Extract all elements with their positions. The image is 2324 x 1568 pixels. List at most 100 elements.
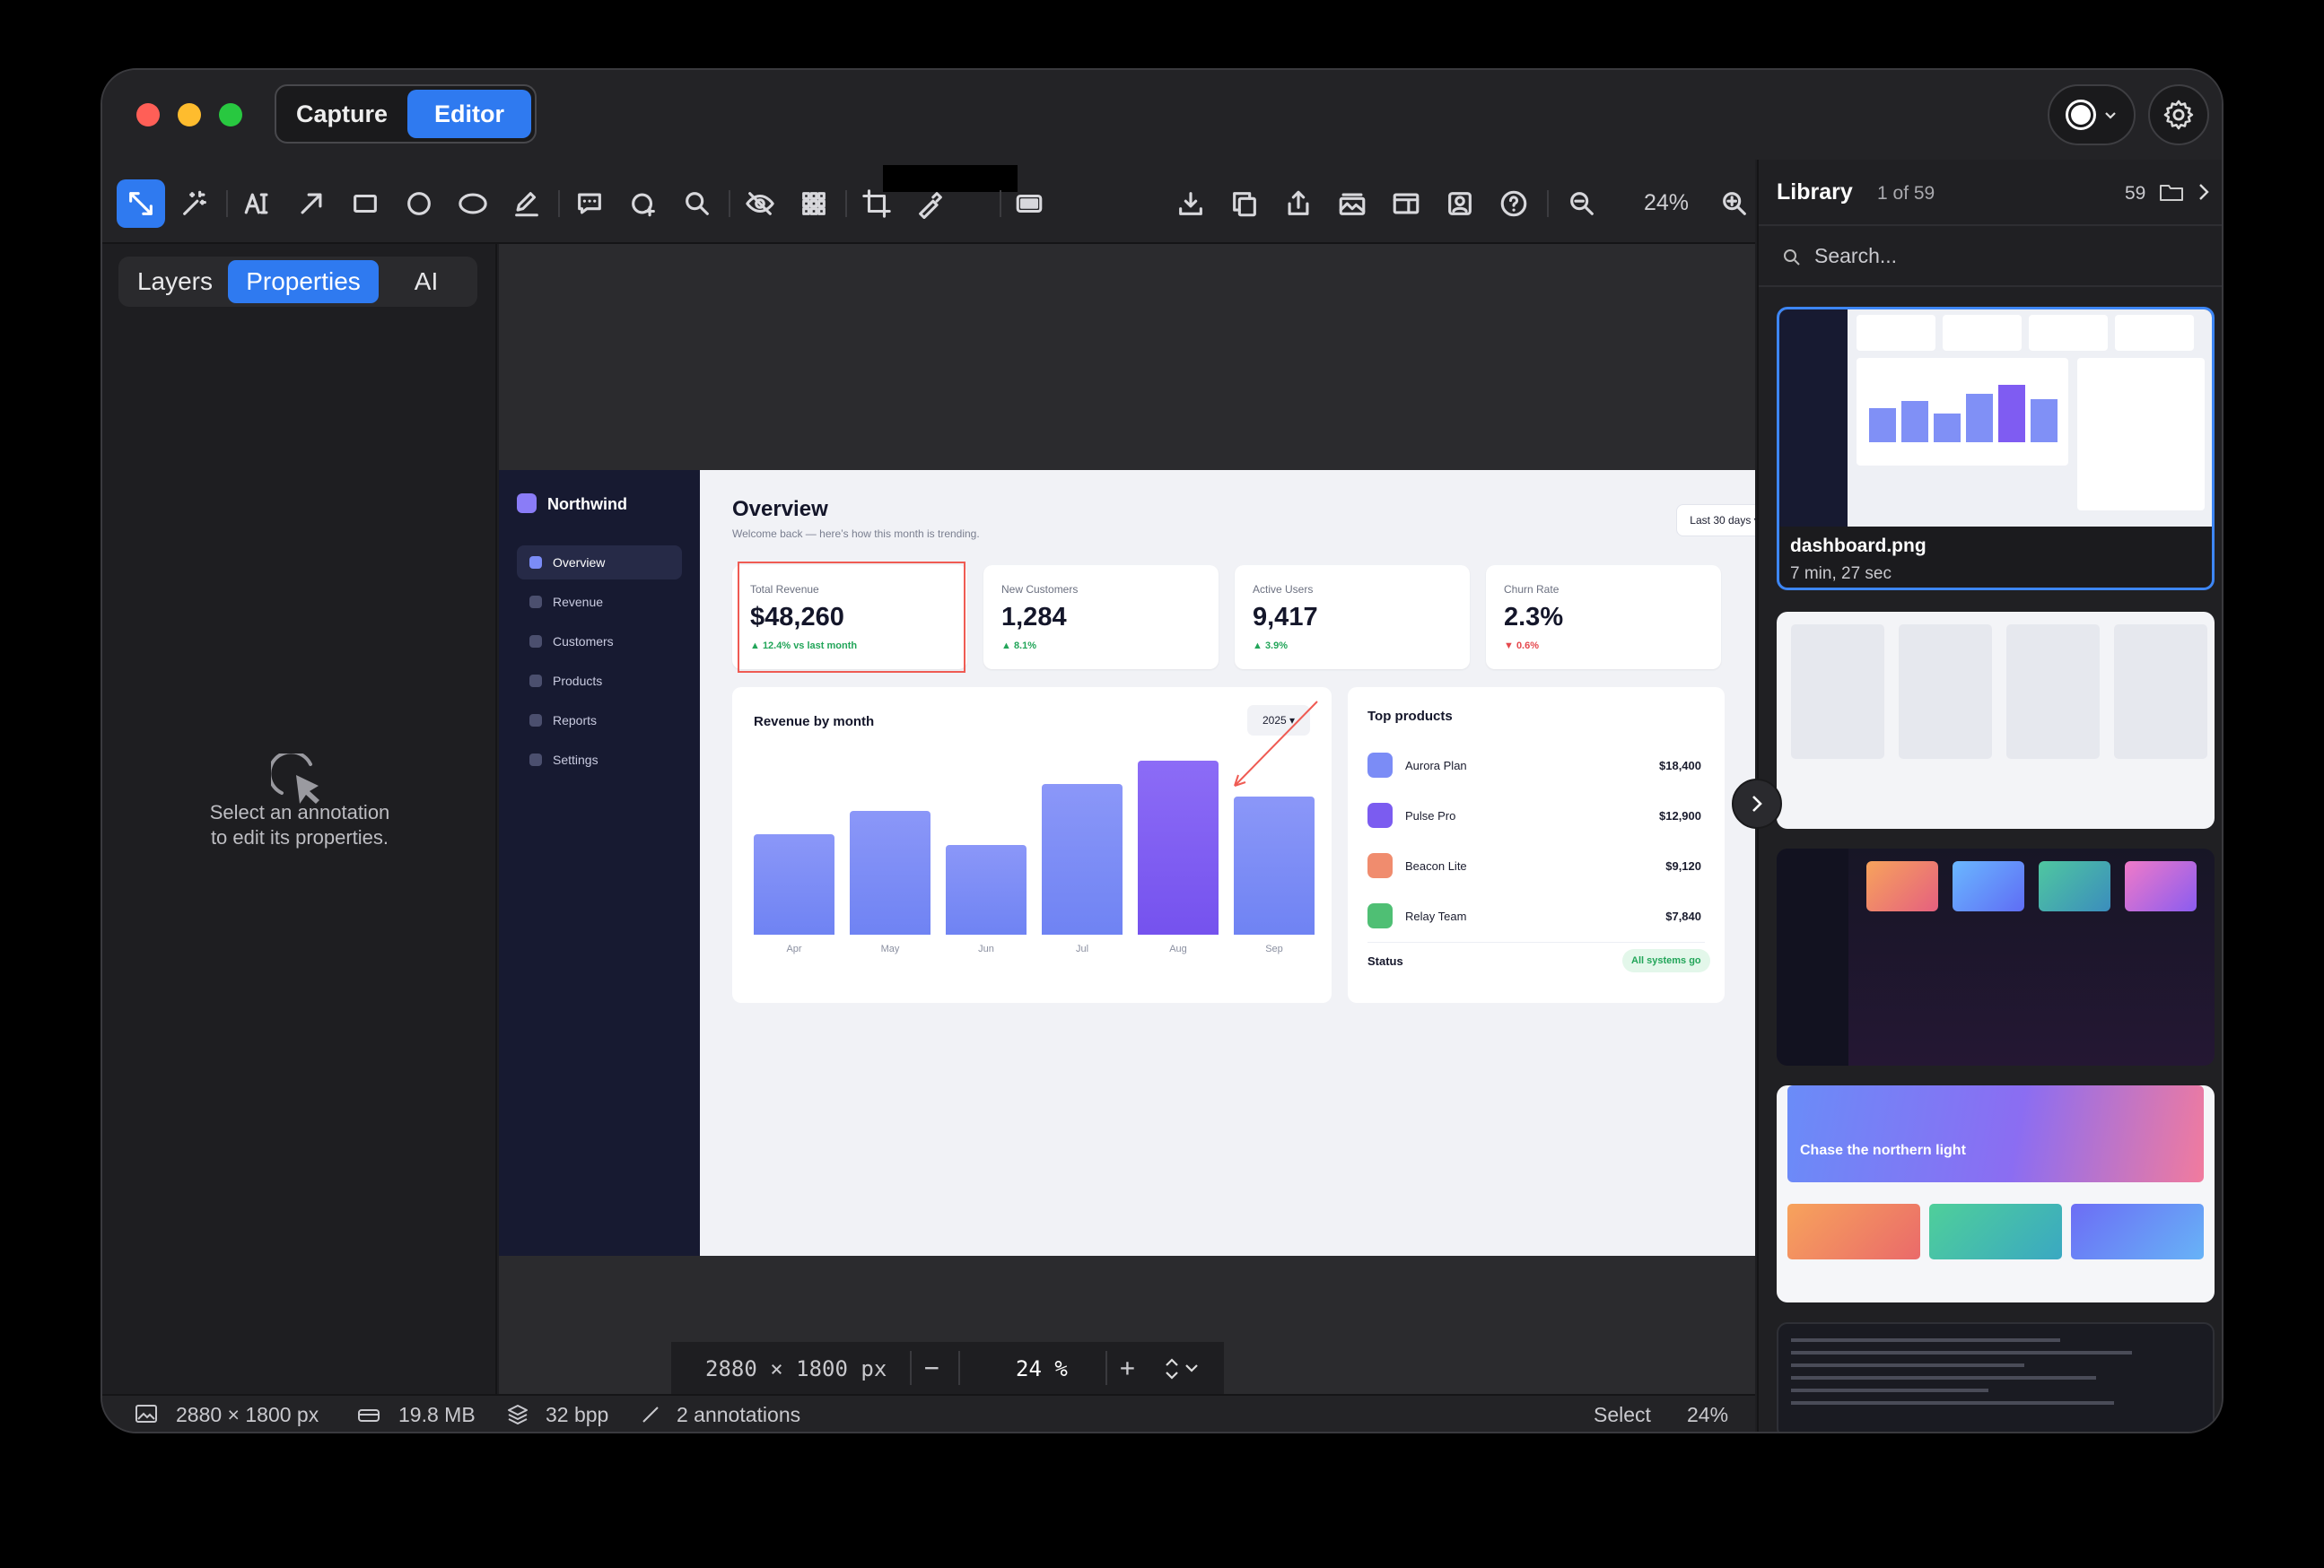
pixelate-tool-button[interactable] (790, 179, 838, 228)
folder-icon[interactable] (2159, 181, 2184, 203)
pen-line-icon (642, 1407, 659, 1423)
canvas-zoom-level[interactable]: 24 % (1016, 1356, 1068, 1381)
arrow-annotation[interactable] (1190, 694, 1324, 793)
chart-tick-label: Apr (786, 944, 802, 954)
product-value: $7,840 (1665, 909, 1701, 923)
copy-button[interactable] (1220, 179, 1269, 228)
empty-selection-hint: Select an annotation to edit its propert… (102, 800, 497, 850)
date-range-select: Last 30 days ▾ (1676, 504, 1755, 536)
editor-mode-tab[interactable]: Editor (407, 90, 531, 138)
library-item-music[interactable] (1777, 849, 2215, 1066)
tab-properties[interactable]: Properties (228, 260, 379, 303)
gear-icon (2163, 100, 2194, 130)
library-title: Library (1777, 179, 1853, 205)
chart-tick-label: May (880, 944, 900, 954)
library-item-code[interactable] (1777, 1322, 2215, 1432)
product-name: Aurora Plan (1405, 758, 1467, 772)
chart-bar-apr (754, 834, 834, 935)
hint-line-1: Select an annotation (209, 801, 390, 823)
redacted-block (883, 165, 1018, 192)
minimize-window-button[interactable] (178, 103, 201, 126)
zoom-stepper-icon[interactable] (1161, 1356, 1202, 1381)
arrow-tool-button[interactable] (287, 179, 336, 228)
tab-ai[interactable]: AI (379, 260, 474, 303)
circle-tool-button[interactable] (395, 179, 443, 228)
shape-add-tool-button[interactable] (619, 179, 668, 228)
select-tool-button[interactable] (117, 179, 165, 228)
product-value: $12,900 (1659, 808, 1701, 823)
product-value: $18,400 (1659, 758, 1701, 772)
zoom-out-minus-button[interactable]: − (924, 1353, 939, 1382)
rectangle-annotation[interactable] (738, 562, 965, 673)
image-icon (135, 1405, 157, 1423)
library-expand-button[interactable] (1732, 779, 1782, 829)
pen-tool-button[interactable] (502, 179, 551, 228)
kpi-change: ▲ 8.1% (1001, 640, 1037, 651)
library-item-meta: 7 min, 27 sec (1790, 564, 1892, 583)
capture-mode-tab[interactable]: Capture (280, 90, 404, 138)
zoom-in-plus-button[interactable]: + (1120, 1353, 1135, 1382)
chevron-right-icon[interactable] (2197, 183, 2211, 201)
divider (1367, 942, 1705, 943)
speech-bubble-tool-button[interactable] (565, 179, 614, 228)
library-search[interactable]: Search... (1759, 224, 2222, 287)
kpi-card-active-users: Active Users 9,417 ▲ 3.9% (1235, 565, 1470, 669)
library-item-dashboard[interactable]: dashboard.png 7 min, 27 sec (1777, 307, 2215, 590)
share-button[interactable] (1274, 179, 1323, 228)
arrow-icon (301, 193, 322, 214)
top-products-card: Top products Aurora Plan $18,400 Pulse Pr… (1348, 687, 1725, 1003)
question-circle-icon (1500, 190, 1527, 217)
kpi-value: 2.3% (1504, 603, 1564, 632)
share-icon (1288, 190, 1309, 215)
zoom-in-button[interactable] (1710, 179, 1759, 228)
library-item-travel[interactable]: Chase the northern light (1777, 1085, 2215, 1302)
list-item: Aurora Plan $18,400 (1367, 752, 1701, 779)
text-tool-button[interactable] (233, 179, 282, 228)
redact-tool-button[interactable] (1005, 179, 1053, 228)
product-name: Beacon Lite (1405, 858, 1467, 873)
ellipse-icon (459, 193, 487, 214)
download-icon (1179, 192, 1202, 215)
close-window-button[interactable] (136, 103, 160, 126)
blur-tool-button[interactable] (736, 179, 784, 228)
settings-button[interactable] (2148, 84, 2209, 145)
chart-title: Revenue by month (754, 714, 875, 729)
zoom-window-button[interactable] (219, 103, 242, 126)
nav-label: Revenue (553, 595, 604, 609)
id-frame-icon (1448, 192, 1472, 215)
library-panel: Library 1 of 59 59 Search... dashboard.p… (1732, 160, 2222, 1432)
library-item-kanban[interactable] (1777, 612, 2215, 829)
rectangle-icon (354, 194, 377, 213)
dashboard-sidebar: Northwind Overview Revenue Customers Pro… (499, 470, 700, 1256)
nav-label: Reports (553, 713, 598, 727)
nav-overview: Overview (517, 545, 682, 579)
circle-icon (407, 192, 431, 215)
frame-button[interactable] (1436, 179, 1484, 228)
rectangle-tool-button[interactable] (341, 179, 389, 228)
help-button[interactable] (1490, 179, 1538, 228)
nav-label: Products (553, 674, 603, 688)
screenshot-image[interactable]: Northwind Overview Revenue Customers Pro… (499, 470, 1755, 1256)
color-mode-button[interactable] (2048, 84, 2136, 145)
pencil-icon (515, 192, 538, 217)
title-bar: Capture Editor (102, 70, 2222, 160)
toolbar-zoom-level[interactable]: 24% (1644, 190, 1689, 216)
zoom-out-button[interactable] (1558, 179, 1606, 228)
top-products-title: Top products (1367, 709, 1453, 724)
editor-canvas[interactable]: Northwind Overview Revenue Customers Pro… (499, 244, 1755, 1394)
tab-layers[interactable]: Layers (122, 260, 228, 303)
kpi-change: ▼ 0.6% (1504, 640, 1540, 651)
status-label: Status (1367, 954, 1403, 968)
copy-icon (1233, 192, 1256, 217)
status-badge: All systems go (1622, 949, 1710, 972)
canvas-dimensions: 2880 × 1800 px (705, 1356, 887, 1381)
status-zoom: 24% (1687, 1403, 1729, 1426)
magic-tool-button[interactable] (170, 179, 219, 228)
save-button[interactable] (1166, 179, 1215, 228)
layout-button[interactable] (1382, 179, 1430, 228)
current-tool: Select (1594, 1403, 1651, 1426)
ellipse-tool-button[interactable] (449, 179, 497, 228)
nav-label: Overview (553, 555, 606, 570)
export-image-button[interactable] (1328, 179, 1376, 228)
magnifier-tool-button[interactable] (673, 179, 721, 228)
